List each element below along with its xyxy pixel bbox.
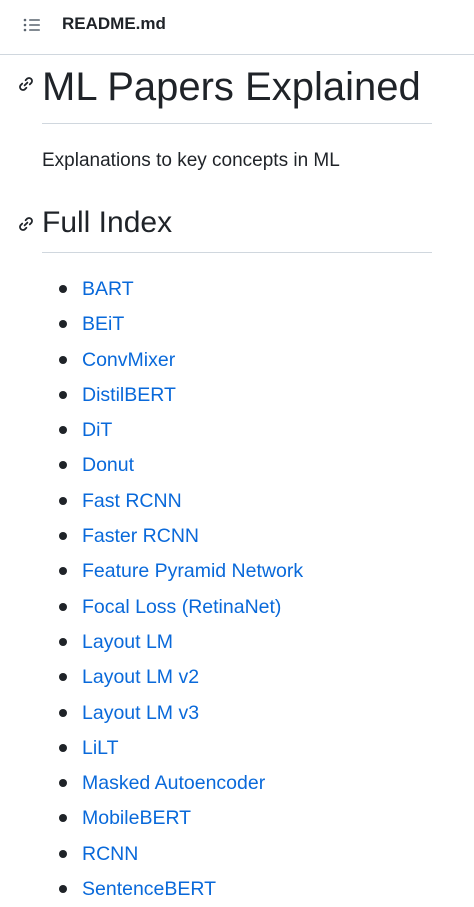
- page-title: ML Papers Explained: [42, 65, 421, 109]
- bullet-icon: [59, 496, 67, 505]
- list-item: Feature Pyramid Network: [0, 554, 474, 589]
- bullet-icon: [59, 849, 67, 858]
- paper-link[interactable]: Feature Pyramid Network: [82, 559, 303, 583]
- readme-title-heading: ML Papers Explained: [0, 60, 474, 120]
- readme-description: Explanations to key concepts in ML: [42, 150, 340, 171]
- list-item: Layout LM: [0, 625, 474, 660]
- list-item: DiT: [0, 413, 474, 448]
- bullet-icon: [59, 885, 67, 894]
- bullet-icon: [59, 355, 67, 364]
- bullet-icon: [59, 779, 67, 788]
- paper-index-list: BART BEiT ConvMixer DistilBERT DiT Donut…: [0, 272, 474, 907]
- bullet-icon: [59, 567, 67, 576]
- paper-link[interactable]: SentenceBERT: [82, 877, 216, 901]
- bullet-icon: [59, 637, 67, 646]
- paper-link[interactable]: DistilBERT: [82, 383, 176, 407]
- bullet-icon: [59, 320, 67, 329]
- list-item: LiLT: [0, 731, 474, 766]
- list-item: Focal Loss (RetinaNet): [0, 590, 474, 625]
- paper-link[interactable]: BEiT: [82, 312, 124, 336]
- bullet-icon: [59, 673, 67, 682]
- list-item: BART: [0, 272, 474, 307]
- list-item: DistilBERT: [0, 378, 474, 413]
- bullet-icon: [59, 743, 67, 752]
- link-icon[interactable]: [16, 74, 36, 94]
- bullet-icon: [59, 814, 67, 823]
- list-item: Masked Autoencoder: [0, 766, 474, 801]
- paper-link[interactable]: Layout LM v2: [82, 665, 199, 689]
- bullet-icon: [59, 390, 67, 399]
- paper-link[interactable]: Fast RCNN: [82, 489, 182, 513]
- section-heading-full-index: Full Index: [0, 200, 474, 250]
- paper-link[interactable]: Focal Loss (RetinaNet): [82, 595, 281, 619]
- paper-link[interactable]: LiLT: [82, 736, 119, 760]
- bullet-icon: [59, 285, 67, 293]
- paper-link[interactable]: Layout LM v3: [82, 701, 199, 725]
- list-item: Layout LM v2: [0, 660, 474, 695]
- paper-link[interactable]: Masked Autoencoder: [82, 771, 265, 795]
- bullet-icon: [59, 602, 67, 611]
- paper-link[interactable]: MobileBERT: [82, 806, 191, 830]
- bullet-icon: [59, 426, 67, 435]
- paper-link[interactable]: RCNN: [82, 842, 138, 866]
- list-item: Faster RCNN: [0, 519, 474, 554]
- list-item: ConvMixer: [0, 343, 474, 378]
- section-divider: [42, 252, 432, 253]
- list-unordered-icon[interactable]: [22, 15, 42, 35]
- list-item: SentenceBERT: [0, 872, 474, 907]
- list-item: Donut: [0, 448, 474, 483]
- file-name: README.md: [62, 14, 166, 33]
- file-header-bar: README.md: [0, 0, 474, 55]
- list-item: BEiT: [0, 307, 474, 342]
- paper-link[interactable]: DiT: [82, 418, 112, 442]
- list-item: Layout LM v3: [0, 696, 474, 731]
- title-divider: [42, 123, 432, 124]
- paper-link[interactable]: Layout LM: [82, 630, 173, 654]
- section-title: Full Index: [42, 206, 173, 239]
- paper-link[interactable]: Faster RCNN: [82, 524, 199, 548]
- paper-link[interactable]: BART: [82, 277, 134, 301]
- list-item: Fast RCNN: [0, 484, 474, 519]
- paper-link[interactable]: Donut: [82, 453, 134, 477]
- link-icon[interactable]: [16, 214, 36, 234]
- bullet-icon: [59, 708, 67, 717]
- bullet-icon: [59, 461, 67, 470]
- paper-link[interactable]: ConvMixer: [82, 348, 175, 372]
- list-item: RCNN: [0, 837, 474, 872]
- bullet-icon: [59, 532, 67, 541]
- list-item: MobileBERT: [0, 801, 474, 836]
